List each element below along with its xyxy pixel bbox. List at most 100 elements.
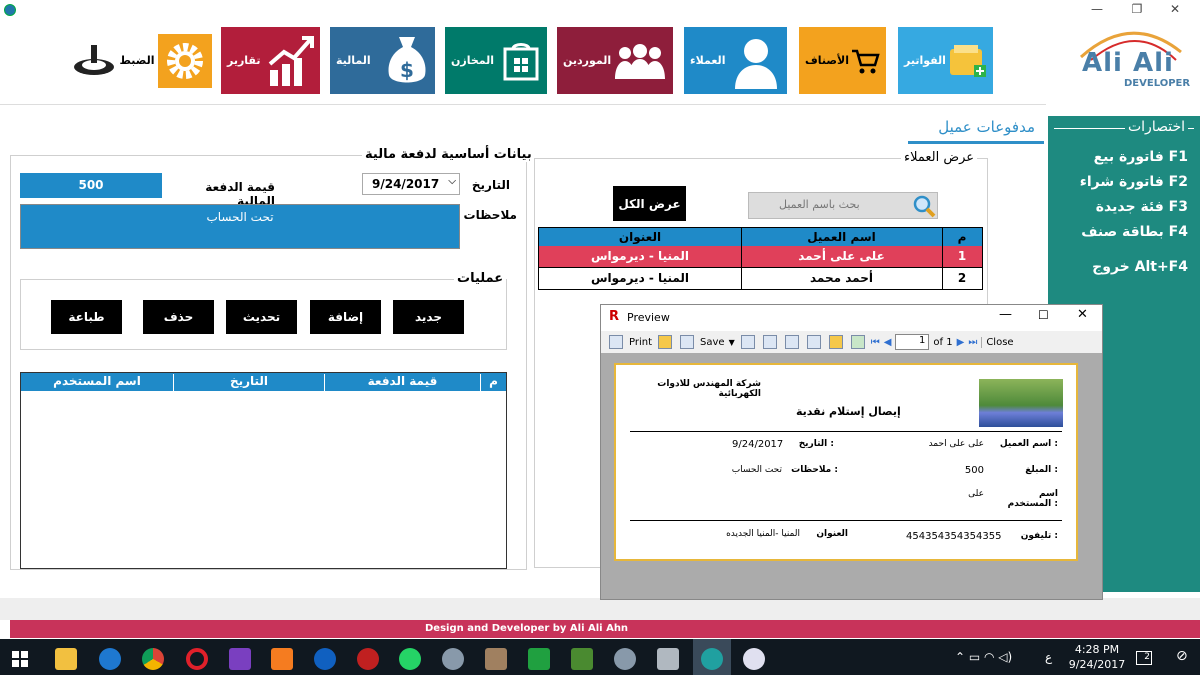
date-label-report: التاريخ : bbox=[798, 439, 834, 449]
chevron-down-icon: ⌵ bbox=[448, 176, 456, 187]
customers-table[interactable]: م اسم العميل العنوان 1 على على أحمد المن… bbox=[538, 227, 983, 290]
find-icon[interactable] bbox=[762, 335, 777, 349]
notes-input[interactable]: تحت الحساب bbox=[20, 204, 460, 249]
edit-icon[interactable] bbox=[828, 335, 843, 349]
shortcut-item[interactable]: فاتورة شراء F2 bbox=[1080, 174, 1188, 190]
file-explorer-icon[interactable] bbox=[55, 648, 77, 670]
teamviewer-icon[interactable] bbox=[314, 648, 336, 670]
preview-print-button[interactable]: Print bbox=[629, 337, 652, 348]
nav-items-label: الأصناف bbox=[805, 54, 849, 67]
power-icon bbox=[74, 44, 114, 75]
cell-address: المنيا - ديرمواس bbox=[590, 271, 690, 285]
app-icon bbox=[4, 4, 16, 16]
show-all-button[interactable]: عرض الكل bbox=[613, 186, 686, 221]
add-button[interactable]: إضافة bbox=[310, 300, 381, 334]
opera-icon[interactable] bbox=[186, 648, 208, 670]
clock-time[interactable]: 4:28 PM bbox=[1072, 643, 1122, 656]
chart-icon bbox=[268, 35, 314, 86]
preview-window[interactable]: R Preview — ☐ ✕ Print Save ▼ ⏮ ◀ 1 of 1 … bbox=[600, 304, 1103, 600]
close-button[interactable]: ✕ bbox=[1160, 2, 1190, 16]
shortcut-item[interactable]: خروج Alt+F4 bbox=[1092, 259, 1188, 275]
shortcut-item[interactable]: بطاقة صنف F4 bbox=[1081, 224, 1188, 240]
search-input[interactable]: بحث باسم العميل bbox=[748, 192, 938, 219]
chrome-icon[interactable] bbox=[142, 648, 164, 670]
search-placeholder: بحث باسم العميل bbox=[779, 198, 860, 211]
page-setup-icon[interactable] bbox=[806, 335, 821, 349]
notes-label: ملاحظات bbox=[463, 208, 517, 222]
tray-icons[interactable]: ⌃ ▭ ◠ ◁) bbox=[955, 650, 1012, 664]
edge-icon[interactable] bbox=[99, 648, 121, 670]
prev-page-icon[interactable]: ◀ bbox=[884, 337, 892, 348]
open-icon[interactable] bbox=[658, 335, 673, 349]
nav-customers-label: العملاء bbox=[690, 54, 726, 67]
tools-icon[interactable] bbox=[485, 648, 507, 670]
date-label: التاريخ bbox=[471, 178, 510, 192]
layout-icon[interactable] bbox=[784, 335, 799, 349]
preview-close-toolbar-button[interactable]: Close bbox=[981, 336, 1014, 348]
maximize-button[interactable]: ❐ bbox=[1122, 2, 1152, 16]
nav-invoices[interactable]: الفواتير bbox=[898, 27, 993, 94]
nav-reports[interactable]: تقارير bbox=[221, 27, 320, 94]
nav-customers[interactable]: العملاء bbox=[684, 27, 787, 94]
amount-input[interactable]: 500 bbox=[20, 173, 162, 198]
xampp-icon[interactable] bbox=[271, 648, 293, 670]
settings-task-icon[interactable] bbox=[442, 648, 464, 670]
nav-finance[interactable]: المالية $ bbox=[330, 27, 435, 94]
amount-label-report: المبلغ : bbox=[1025, 465, 1058, 475]
money-bag-icon: $ bbox=[388, 36, 426, 82]
preview-minimize-button[interactable]: — bbox=[999, 307, 1012, 322]
clock-date[interactable]: 9/24/2017 bbox=[1066, 658, 1128, 671]
app-icon-red[interactable] bbox=[357, 648, 379, 670]
update-button[interactable]: تحديث bbox=[226, 300, 297, 334]
report-logo bbox=[979, 379, 1063, 427]
notification-icon[interactable]: 2 bbox=[1136, 651, 1152, 665]
preview-save-button[interactable]: Save bbox=[700, 337, 725, 348]
database-icon[interactable] bbox=[657, 648, 679, 670]
nav-settings[interactable]: الضبط bbox=[66, 27, 218, 94]
save-dropdown-icon[interactable]: ▼ bbox=[729, 338, 735, 347]
visual-studio-icon[interactable] bbox=[229, 648, 251, 670]
show-desktop-icon[interactable]: ⊘ bbox=[1176, 648, 1188, 664]
language-indicator[interactable]: ع bbox=[1045, 650, 1052, 664]
payments-table-header: م قيمة الدفعة التاريخ اسم المستخدم bbox=[21, 373, 506, 391]
nav-items[interactable]: الأصناف bbox=[799, 27, 886, 94]
watermark-icon[interactable] bbox=[850, 335, 865, 349]
first-page-icon[interactable]: ⏮ bbox=[871, 337, 880, 348]
camtasia-icon[interactable] bbox=[528, 648, 550, 670]
windows-start-icon[interactable] bbox=[12, 651, 28, 667]
minimize-button[interactable]: — bbox=[1082, 2, 1112, 16]
new-button[interactable]: جديد bbox=[393, 300, 464, 334]
cell-number: 2 bbox=[957, 271, 967, 285]
next-page-icon[interactable]: ▶ bbox=[957, 337, 965, 348]
shortcut-item[interactable]: فئة جديدة F3 bbox=[1096, 199, 1188, 215]
last-page-icon[interactable]: ⏭ bbox=[968, 337, 977, 348]
cell-name: أحمد محمد bbox=[810, 271, 873, 285]
nav-stores[interactable]: المخازن bbox=[445, 27, 547, 94]
delete-button[interactable]: حذف bbox=[143, 300, 214, 334]
footer-credit: Design and Developer by Ali Ali Ahn bbox=[425, 623, 629, 634]
search-icon bbox=[913, 195, 936, 218]
amount-value-report: 500 bbox=[964, 465, 984, 476]
gear-task-icon[interactable] bbox=[614, 648, 636, 670]
whatsapp-icon[interactable] bbox=[399, 648, 421, 670]
customer-value: على على احمد bbox=[928, 439, 984, 449]
paint-icon[interactable] bbox=[743, 648, 765, 670]
shortcut-item[interactable]: فاتورة بيع F1 bbox=[1094, 149, 1188, 165]
nav-suppliers[interactable]: الموردين bbox=[557, 27, 673, 94]
preview-maximize-button[interactable]: ☐ bbox=[1038, 308, 1049, 322]
save-icon bbox=[680, 335, 695, 349]
date-picker[interactable]: 9/24/2017 ⌵ bbox=[362, 173, 460, 195]
print-button[interactable]: طباعة bbox=[51, 300, 122, 334]
cell-number: 1 bbox=[957, 249, 967, 263]
email-icon[interactable] bbox=[740, 335, 755, 349]
page-input[interactable]: 1 bbox=[895, 334, 930, 350]
table-row[interactable]: 1 على على أحمد المنيا - ديرمواس bbox=[539, 246, 982, 267]
shortcuts-title: اختصارات bbox=[1124, 119, 1188, 135]
active-app-icon[interactable] bbox=[701, 648, 723, 670]
hardware-icon[interactable] bbox=[571, 648, 593, 670]
col-header: م bbox=[957, 230, 967, 244]
table-row[interactable]: 2 أحمد محمد المنيا - ديرمواس bbox=[539, 268, 982, 289]
payments-table[interactable]: م قيمة الدفعة التاريخ اسم المستخدم bbox=[20, 372, 507, 569]
preview-close-button[interactable]: ✕ bbox=[1077, 307, 1088, 322]
svg-text:$: $ bbox=[400, 58, 414, 82]
